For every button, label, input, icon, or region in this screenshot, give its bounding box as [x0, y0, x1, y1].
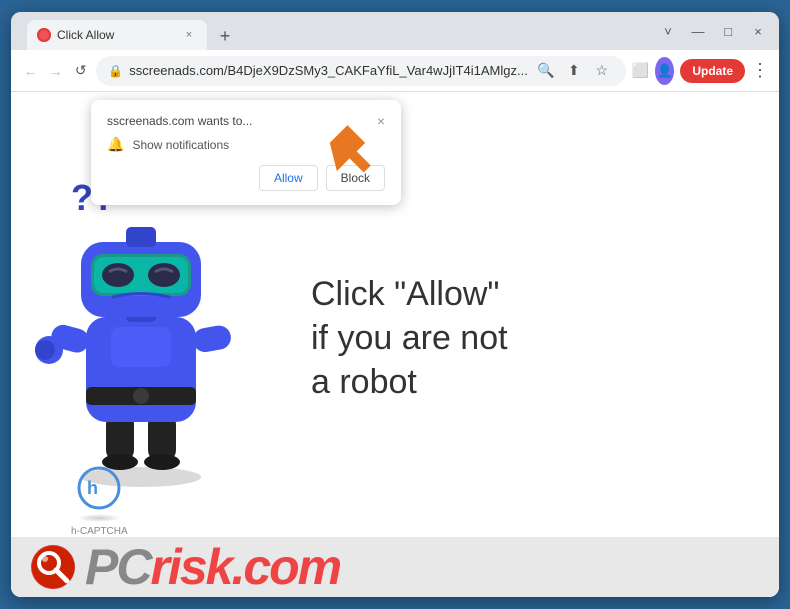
back-button[interactable]: ← — [21, 57, 40, 85]
bell-icon: 🔔 — [107, 136, 124, 153]
search-icon[interactable]: 🔍 — [534, 59, 558, 83]
pcrisk-footer: PC risk .com — [11, 537, 779, 597]
popup-description: Show notifications — [132, 138, 229, 152]
robot-svg — [31, 172, 251, 492]
popup-site-text: sscreenads.com wants to... — [107, 114, 252, 128]
new-tab-button[interactable]: + — [211, 22, 239, 50]
tab-bar: Click Allow × + — [27, 12, 651, 50]
tab-close-button[interactable]: × — [181, 27, 197, 43]
main-text-line3: a robot — [311, 360, 508, 404]
hcaptcha-label: h-CAPTCHA — [71, 526, 128, 537]
brand-pc: PC — [85, 538, 150, 596]
tab-title: Click Allow — [57, 28, 175, 42]
active-tab[interactable]: Click Allow × — [27, 20, 207, 50]
hcaptcha-shadow — [77, 514, 121, 522]
pcrisk-logo-icon — [31, 545, 75, 589]
window-action-buttons: ˅ — □ × — [655, 18, 771, 44]
update-button[interactable]: Update — [680, 59, 745, 83]
chevron-icon[interactable]: ˅ — [655, 18, 681, 44]
robot-illustration — [31, 172, 291, 552]
maximize-button[interactable]: □ — [715, 18, 741, 44]
bookmark-icon[interactable]: ☆ — [590, 59, 614, 83]
hcaptcha-area: h h-CAPTCHA — [71, 466, 128, 537]
close-window-button[interactable]: × — [745, 18, 771, 44]
url-actions: 🔍 ⬆ ☆ — [534, 59, 614, 83]
menu-dots-icon[interactable]: ⋮ — [751, 60, 769, 81]
browser-window: Click Allow × + ˅ — □ × ← → ↺ 🔒 sscreena… — [11, 12, 779, 597]
address-bar: ← → ↺ 🔒 sscreenads.com/B4DjeX9DzSMy3_CAK… — [11, 50, 779, 92]
main-text-line1: Click "Allow" — [311, 272, 508, 316]
arrow-container — [301, 122, 381, 207]
brand-com: .com — [231, 538, 340, 596]
title-bar: Click Allow × + ˅ — □ × — [11, 12, 779, 50]
reload-button[interactable]: ↺ — [71, 57, 90, 85]
tab-favicon — [37, 28, 51, 42]
forward-button[interactable]: → — [46, 57, 65, 85]
pcrisk-logo-svg — [31, 545, 75, 589]
url-bar[interactable]: 🔒 sscreenads.com/B4DjeX9DzSMy3_CAKFaYfiL… — [96, 56, 626, 86]
brand-risk: risk — [150, 538, 231, 596]
main-text-line2: if you are not — [311, 316, 508, 360]
url-text: sscreenads.com/B4DjeX9DzSMy3_CAKFaYfiL_V… — [129, 63, 528, 78]
main-text-block: Click "Allow" if you are not a robot — [311, 272, 508, 405]
pcrisk-brand: PC risk .com — [85, 538, 340, 596]
minimize-button[interactable]: — — [685, 18, 711, 44]
arrow-icon — [301, 122, 381, 202]
hcaptcha-logo: h — [77, 466, 121, 510]
page-content: sscreenads.com wants to... × 🔔 Show noti… — [11, 92, 779, 597]
extensions-icon[interactable]: ⬜ — [632, 59, 649, 83]
profile-icon[interactable]: 👤 — [655, 57, 674, 85]
lock-icon: 🔒 — [108, 64, 123, 78]
share-icon[interactable]: ⬆ — [562, 59, 586, 83]
svg-text:h: h — [87, 478, 98, 498]
